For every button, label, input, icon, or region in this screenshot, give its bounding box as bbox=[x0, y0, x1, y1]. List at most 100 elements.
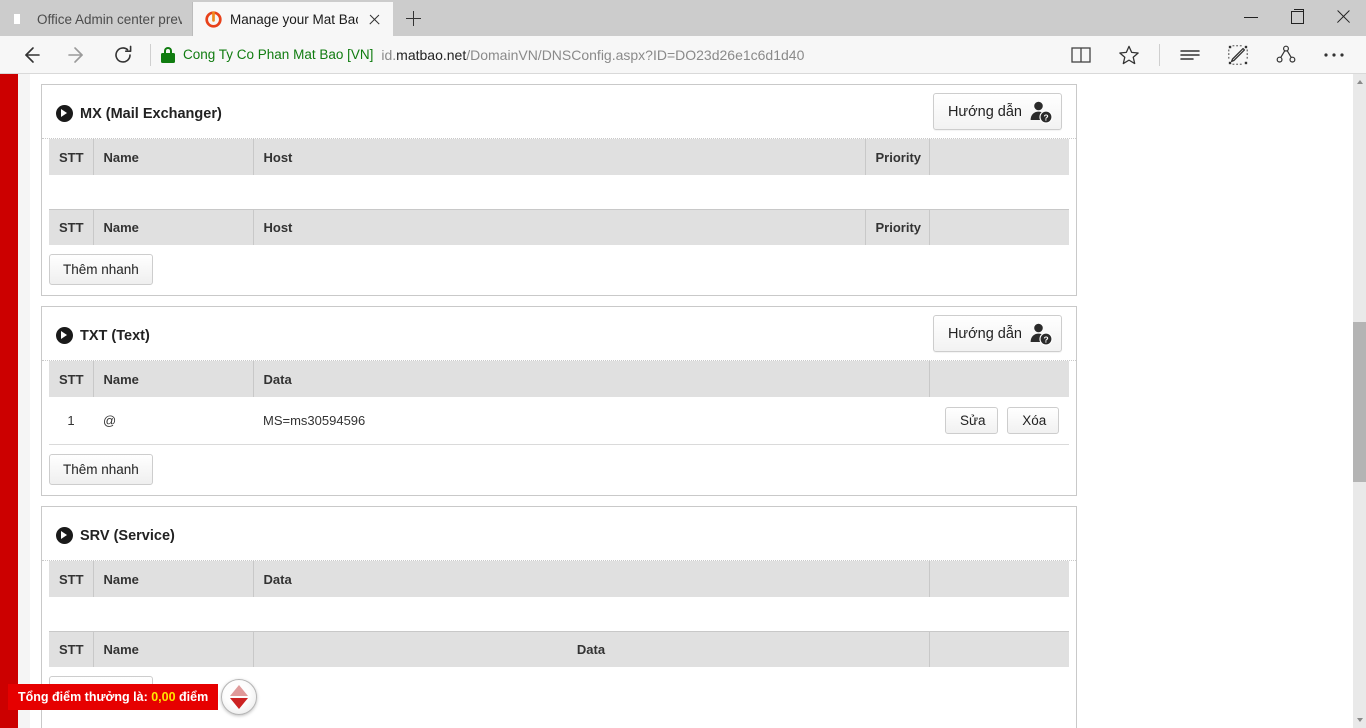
tab-manage-mat-bao[interactable]: Manage your Mat Bao A bbox=[193, 2, 393, 36]
footer-header-priority: Priority bbox=[865, 209, 929, 245]
empty-cell bbox=[49, 175, 1069, 209]
url-text: id.matbao.net/DomainVN/DNSConfig.aspx?ID… bbox=[381, 47, 804, 63]
close-icon[interactable] bbox=[1320, 0, 1366, 34]
new-tab-button[interactable] bbox=[393, 2, 433, 36]
guide-button-label: Hướng dẫn bbox=[948, 326, 1022, 342]
column-header-stt: STT bbox=[49, 139, 93, 175]
row-action-group: Sửa Xóa bbox=[939, 407, 1059, 434]
table-wrapper: STT Name Host Priority bbox=[42, 139, 1076, 245]
toolbar-divider bbox=[150, 44, 151, 66]
maximize-icon[interactable] bbox=[1274, 0, 1320, 34]
person-help-svg: ? bbox=[1028, 99, 1053, 124]
column-header-actions bbox=[929, 561, 1069, 597]
column-header-data: Data bbox=[253, 561, 929, 597]
section-txt: TXT (Text) Hướng dẫn ? bbox=[41, 306, 1077, 496]
section-mx: MX (Mail Exchanger) Hướng dẫn ? bbox=[41, 84, 1077, 296]
tab-title: Manage your Mat Bao A bbox=[230, 12, 358, 27]
minimize-icon[interactable] bbox=[1228, 0, 1274, 34]
table-body bbox=[49, 597, 1069, 631]
share-icon[interactable] bbox=[1262, 37, 1310, 73]
title-bar: Office Admin center preview Manage your … bbox=[0, 0, 1366, 36]
security-organization: Cong Ty Co Phan Mat Bao [VN] bbox=[183, 47, 373, 62]
table-foot: STT Name Host Priority bbox=[49, 209, 1069, 245]
table-body bbox=[49, 175, 1069, 209]
chevron-right-icon bbox=[56, 105, 73, 122]
scrollbar-thumb[interactable] bbox=[1353, 322, 1366, 482]
reward-value: 0,00 bbox=[151, 690, 175, 704]
chevron-right-icon bbox=[56, 527, 73, 544]
table-footer-row: STT Name Host Priority bbox=[49, 209, 1069, 245]
guide-button-mx[interactable]: Hướng dẫn ? bbox=[933, 93, 1062, 130]
reading-view-icon[interactable] bbox=[1057, 37, 1105, 73]
section-title: SRV (Service) bbox=[80, 528, 175, 544]
back-arrow-icon[interactable] bbox=[8, 37, 54, 73]
hub-icon[interactable] bbox=[1166, 37, 1214, 73]
table-head: STT Name Data bbox=[49, 561, 1069, 597]
more-icon[interactable] bbox=[1310, 37, 1358, 73]
mx-records-table: STT Name Host Priority bbox=[49, 139, 1069, 245]
table-wrapper: STT Name Data bbox=[42, 561, 1076, 667]
section-header: TXT (Text) Hướng dẫn ? bbox=[42, 307, 1076, 361]
add-record-button-mx[interactable]: Thêm nhanh bbox=[49, 254, 153, 285]
browser-window: Office Admin center preview Manage your … bbox=[0, 0, 1366, 728]
section-body: STT Name Host Priority bbox=[42, 139, 1076, 295]
svg-text:?: ? bbox=[1043, 334, 1048, 344]
svg-text:?: ? bbox=[1043, 112, 1048, 122]
forward-arrow-icon[interactable] bbox=[54, 37, 100, 73]
hub-svg bbox=[1178, 46, 1202, 64]
brand-band-left bbox=[0, 74, 18, 728]
refresh-svg bbox=[112, 44, 134, 66]
column-header-name: Name bbox=[93, 561, 253, 597]
web-note-icon[interactable] bbox=[1214, 37, 1262, 73]
scroll-down-arrow-icon[interactable] bbox=[1353, 712, 1366, 728]
book-svg bbox=[1070, 45, 1092, 65]
table-body: 1 @ MS=ms30594596 Sửa Xóa bbox=[49, 397, 1069, 445]
section-body: STT Name Data 1 @ MS=ms3059 bbox=[42, 361, 1076, 495]
table-head: STT Name Data bbox=[49, 361, 1069, 397]
chevron-right-icon bbox=[56, 327, 73, 344]
page-gutter-left bbox=[18, 74, 30, 728]
office-icon bbox=[12, 11, 29, 28]
table-head: STT Name Host Priority bbox=[49, 139, 1069, 175]
url-domain: matbao.net bbox=[396, 47, 466, 63]
table-wrapper: STT Name Data 1 @ MS=ms3059 bbox=[42, 361, 1076, 445]
cell-stt: 1 bbox=[49, 397, 93, 445]
empty-row bbox=[49, 175, 1069, 209]
favorites-star-icon[interactable] bbox=[1105, 37, 1153, 73]
table-header-row: STT Name Data bbox=[49, 361, 1069, 397]
delete-button[interactable]: Xóa bbox=[1007, 407, 1059, 434]
section-header: SRV (Service) bbox=[42, 507, 1076, 561]
empty-row bbox=[49, 597, 1069, 631]
footer-header-host: Host bbox=[253, 209, 865, 245]
column-header-actions bbox=[929, 361, 1069, 397]
table-header-row: STT Name Data bbox=[49, 561, 1069, 597]
footer-header-stt: STT bbox=[49, 209, 93, 245]
srv-note-line: Service record (SRV record) là một đặc đ… bbox=[56, 724, 1062, 728]
column-header-name: Name bbox=[93, 361, 253, 397]
scroll-up-arrow-icon[interactable] bbox=[1353, 74, 1366, 90]
vertical-scrollbar[interactable] bbox=[1353, 74, 1366, 728]
ellipsis-svg bbox=[1323, 51, 1345, 59]
section-title: MX (Mail Exchanger) bbox=[80, 106, 222, 122]
guide-button-txt[interactable]: Hướng dẫn ? bbox=[933, 315, 1062, 352]
column-header-host: Host bbox=[253, 139, 865, 175]
person-help-icon: ? bbox=[1028, 99, 1053, 124]
share-svg bbox=[1275, 44, 1297, 66]
txt-records-table: STT Name Data 1 @ MS=ms3059 bbox=[49, 361, 1069, 445]
browser-toolbar bbox=[1057, 37, 1358, 73]
url-path: /DomainVN/DNSConfig.aspx?ID=DO23d26e1c6d… bbox=[466, 47, 804, 63]
tab-office-admin[interactable]: Office Admin center preview bbox=[0, 2, 193, 36]
autoscroll-icon[interactable] bbox=[221, 679, 257, 715]
close-icon[interactable] bbox=[366, 11, 383, 28]
dns-config-content: MX (Mail Exchanger) Hướng dẫn ? bbox=[30, 74, 1353, 728]
cell-data: MS=ms30594596 bbox=[253, 397, 929, 445]
section-title: TXT (Text) bbox=[80, 328, 150, 344]
edit-button[interactable]: Sửa bbox=[945, 407, 998, 434]
address-bar[interactable]: Cong Ty Co Phan Mat Bao [VN] id.matbao.n… bbox=[159, 37, 1057, 73]
person-help-icon: ? bbox=[1028, 321, 1053, 346]
table-row: 1 @ MS=ms30594596 Sửa Xóa bbox=[49, 397, 1069, 445]
toolbar-divider bbox=[1159, 44, 1160, 66]
table-header-row: STT Name Host Priority bbox=[49, 139, 1069, 175]
add-record-button-txt[interactable]: Thêm nhanh bbox=[49, 454, 153, 485]
refresh-icon[interactable] bbox=[100, 37, 146, 73]
